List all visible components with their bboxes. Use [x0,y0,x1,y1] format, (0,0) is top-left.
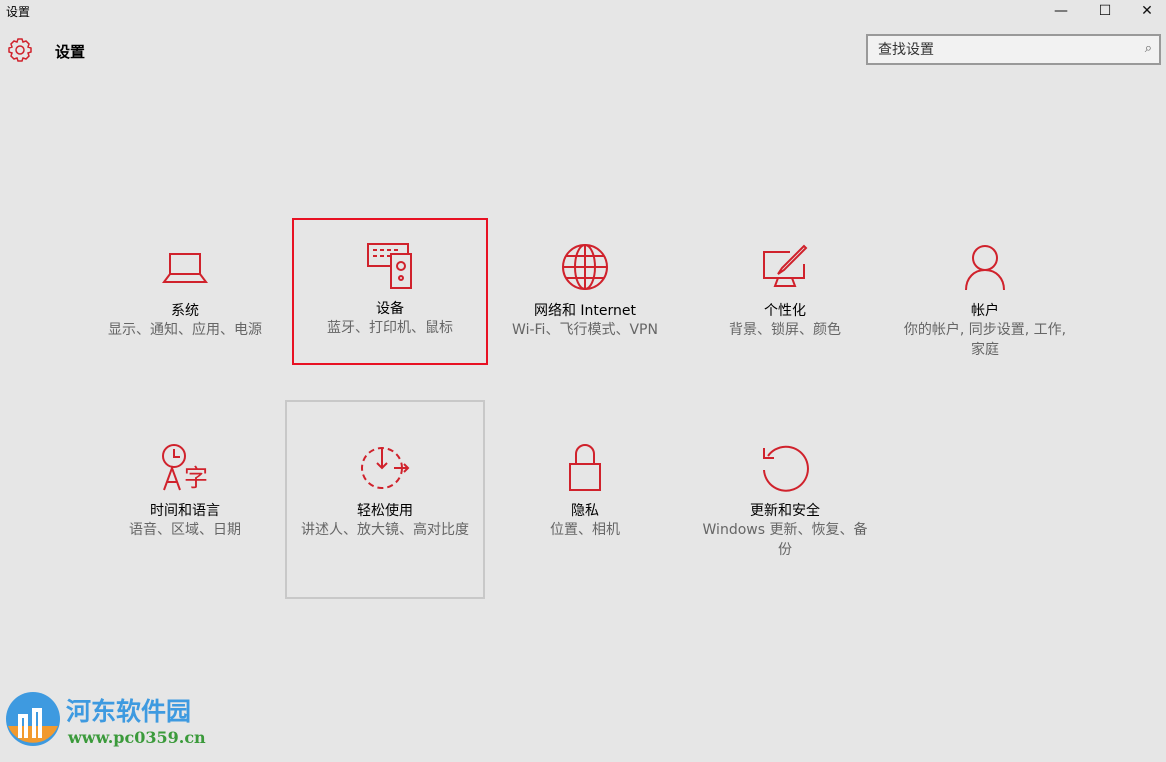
tile-subtitle: 蓝牙、打印机、鼠标 [294,318,486,338]
tile-subtitle: 位置、相机 [487,520,683,540]
maximize-button[interactable]: ☐ [1082,0,1128,22]
update-icon [760,442,810,492]
time-language-icon: 字 [160,442,210,492]
globe-icon [560,242,610,292]
watermark-name: 河东软件园 [66,692,191,728]
tile-title: 隐私 [487,500,683,520]
tile-subtitle: Windows 更新、恢复、备份 [687,520,883,560]
person-icon [960,242,1010,292]
title-bar: 设置 — ☐ ✕ [0,0,1166,24]
tile-subtitle: 语音、区域、日期 [87,520,283,540]
page-title: 设置 [55,41,85,62]
tile-ease-of-access[interactable]: 轻松使用 讲述人、放大镜、高对比度 [285,400,485,599]
tile-accounts[interactable]: 帐户 你的帐户, 同步设置, 工作, 家庭 [887,220,1083,364]
tile-update-security[interactable]: 更新和安全 Windows 更新、恢复、备份 [687,420,883,598]
tile-subtitle: Wi-Fi、飞行模式、VPN [487,320,683,340]
tile-title: 帐户 [887,300,1083,320]
tile-privacy[interactable]: 隐私 位置、相机 [487,420,683,598]
tile-subtitle: 背景、锁屏、颜色 [687,320,883,340]
search-icon[interactable]: ⌕ [1145,41,1152,56]
window-title: 设置 [6,3,30,20]
tile-title: 网络和 Internet [487,300,683,320]
lock-icon [560,442,610,492]
tile-title: 轻松使用 [287,500,483,520]
tile-title: 时间和语言 [87,500,283,520]
tile-title: 个性化 [687,300,883,320]
personalize-icon [760,242,810,292]
devices-icon [365,240,415,290]
tile-system[interactable]: 系统 显示、通知、应用、电源 [87,220,283,364]
tile-network[interactable]: 网络和 Internet Wi-Fi、飞行模式、VPN [487,220,683,364]
tile-subtitle: 讲述人、放大镜、高对比度 [287,520,483,540]
tile-devices[interactable]: 设备 蓝牙、打印机、鼠标 [292,218,488,365]
watermark-logo-icon [4,690,62,748]
ease-of-access-icon [360,442,410,492]
search-input[interactable] [868,36,1159,63]
tile-time-language[interactable]: 字 时间和语言 语音、区域、日期 [87,420,283,598]
tile-title: 设备 [294,298,486,318]
tile-subtitle: 显示、通知、应用、电源 [87,320,283,340]
watermark-url: www.pc0359.cn [68,728,206,747]
svg-text:字: 字 [184,464,208,492]
tile-subtitle: 你的帐户, 同步设置, 工作, 家庭 [887,320,1083,360]
gear-icon [7,37,33,63]
close-button[interactable]: ✕ [1124,0,1166,22]
laptop-icon [160,242,210,292]
watermark: 河东软件园 www.pc0359.cn [4,688,224,758]
tile-title: 更新和安全 [687,500,883,520]
tile-personalization[interactable]: 个性化 背景、锁屏、颜色 [687,220,883,364]
minimize-button[interactable]: — [1038,0,1084,22]
search-box[interactable]: ⌕ [866,34,1161,65]
tile-title: 系统 [87,300,283,320]
